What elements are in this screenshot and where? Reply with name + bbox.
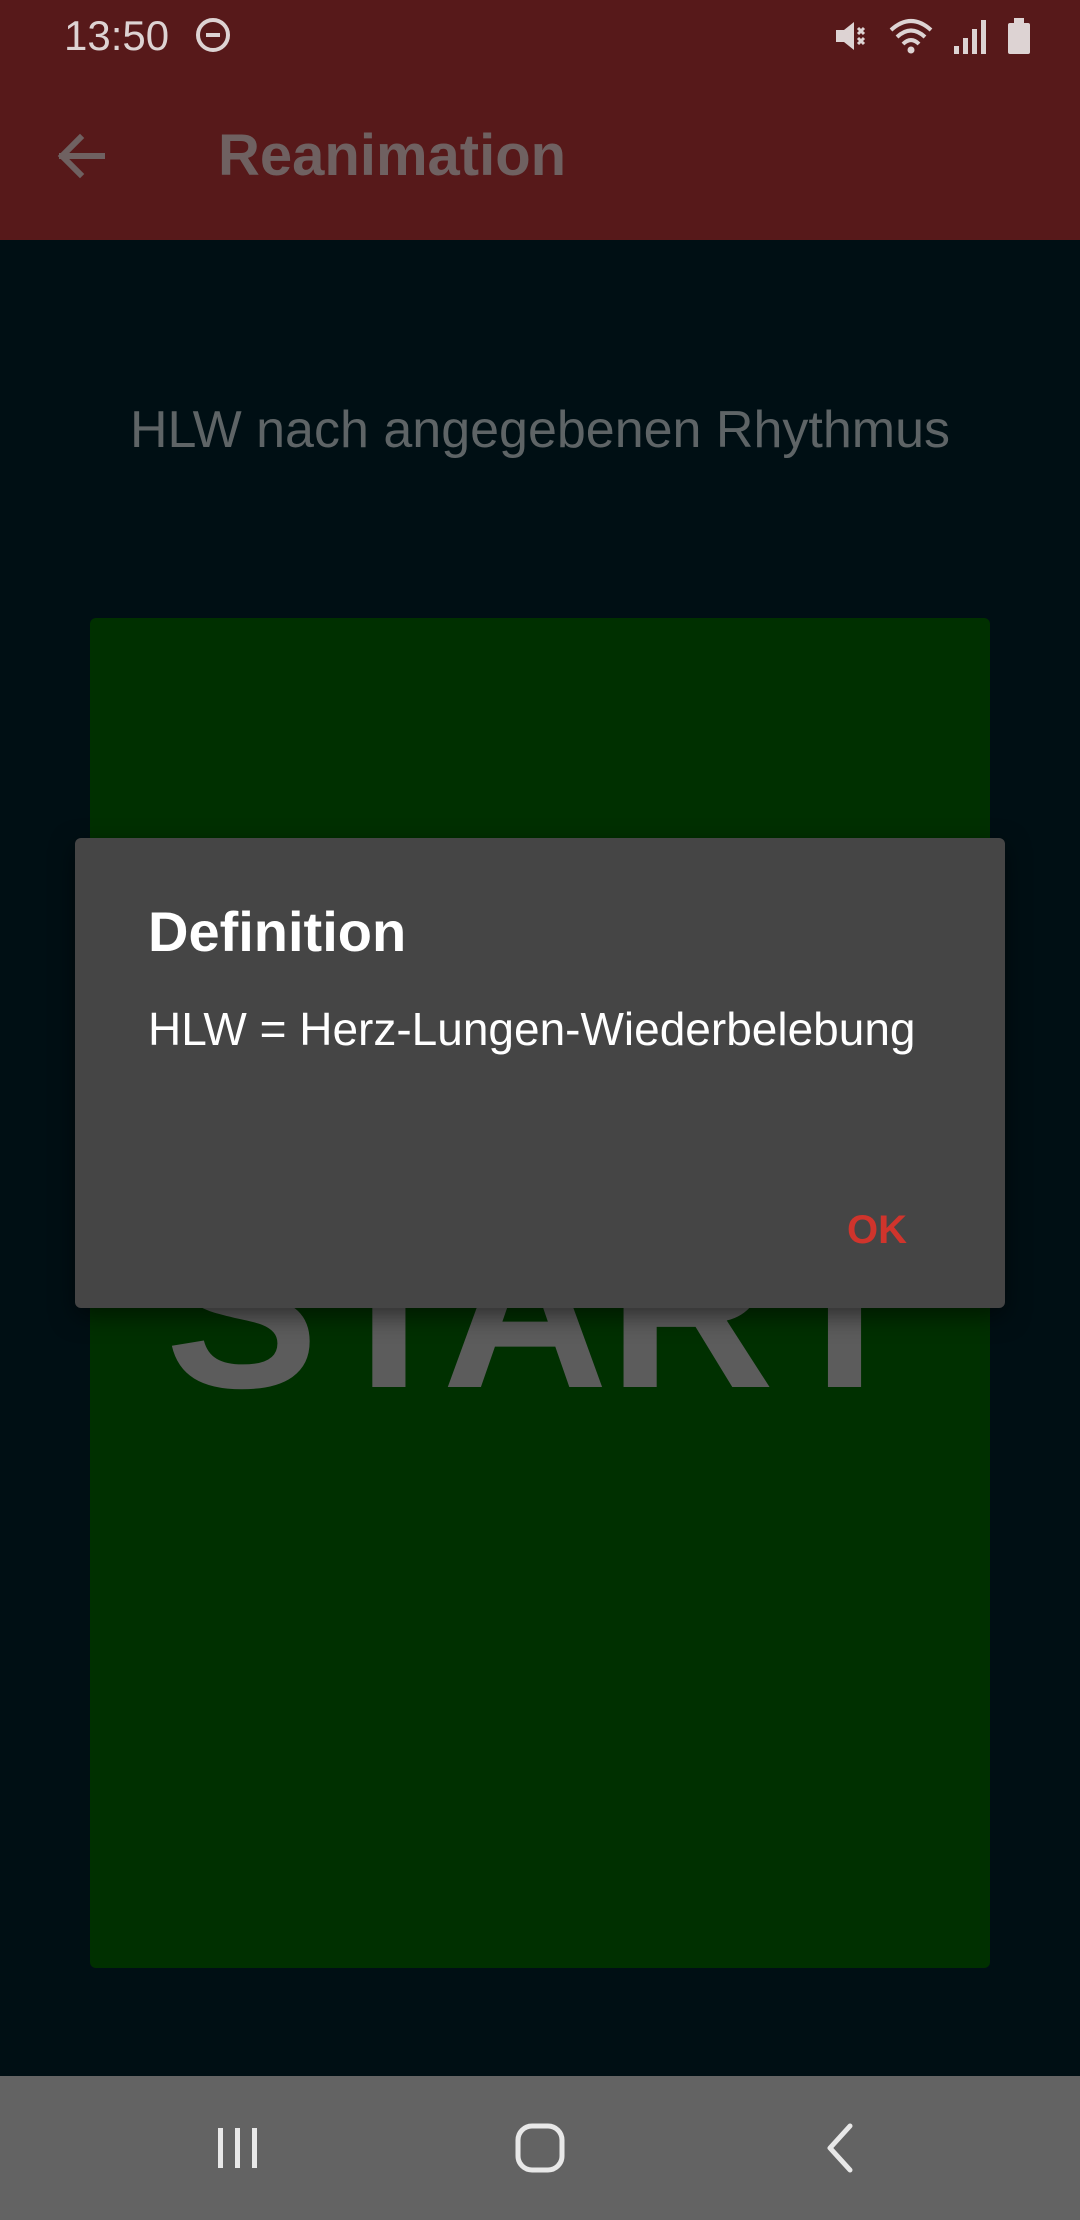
wifi-icon [889,19,933,54]
status-bar: 13:50 [0,0,1080,72]
instruction-text: HLW nach angegebenen Rhythmus [130,401,950,459]
dialog-title: Definition [148,900,407,963]
status-icons [830,14,1032,58]
do-not-disturb-icon [196,18,230,52]
system-nav-bar [0,2076,1080,2220]
mute-icon [836,22,866,50]
signal-icon [954,20,986,54]
ok-button[interactable]: OK [839,1198,915,1262]
definition-dialog: Definition HLW = Herz-Lungen-Wiederbeleb… [75,838,1005,1308]
arrow-left-icon[interactable] [50,126,110,186]
battery-icon [1008,18,1030,54]
recent-apps-icon[interactable] [208,2118,268,2178]
page-title: Reanimation [218,123,567,188]
app-bar: Reanimation [0,72,1080,240]
status-time: 13:50 [64,12,170,59]
home-icon[interactable] [510,2118,570,2178]
back-icon[interactable] [812,2118,872,2178]
dialog-message: HLW = Herz-Lungen-Wiederbelebung [148,1003,916,1055]
